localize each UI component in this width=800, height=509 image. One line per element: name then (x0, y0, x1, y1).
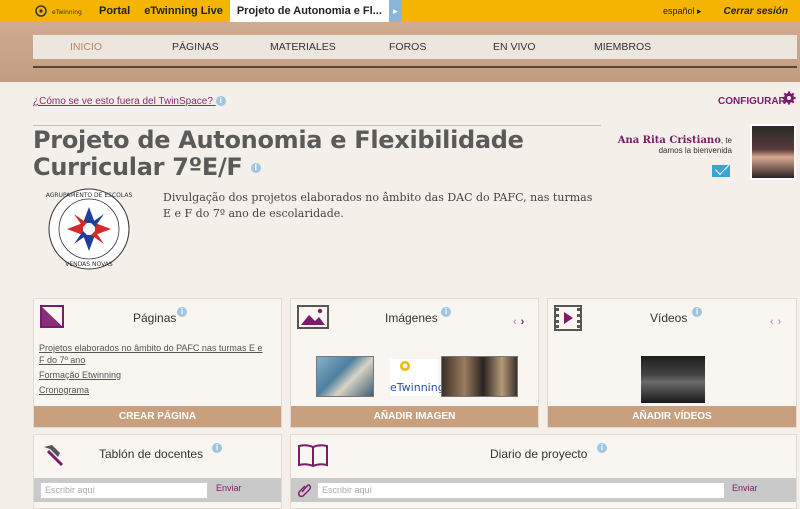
tab-etwinning-live[interactable]: eTwinning Live (137, 0, 230, 22)
nav-item-materiales[interactable]: MATERIALES (270, 41, 336, 53)
emblem-text-bottom: VENDAS NOVAS (65, 261, 113, 268)
nav-item-inicio[interactable]: INICIO (70, 41, 102, 53)
pages-panel-title: Páginas (133, 311, 177, 325)
nav-item-en-vivo[interactable]: EN VIVO (493, 41, 536, 53)
board-compose-bar: Escribir aquí Enviar (34, 478, 281, 502)
project-diary-panel: Diario de proyecto i Escribir aquí Envia… (290, 434, 797, 509)
videos-panel-title: Vídeos (650, 311, 688, 325)
image-icon (297, 305, 329, 329)
welcome-user-name[interactable]: Ana Rita Cristiano (618, 135, 721, 146)
chevron-right-icon[interactable]: › (778, 316, 782, 328)
info-icon[interactable]: i (215, 96, 226, 106)
nav-divider (33, 66, 797, 68)
etwinning-logo-text: eTwinning (390, 381, 445, 394)
tab-project[interactable]: Projeto de Autonomia e Fl... (229, 0, 389, 22)
chevron-right-icon[interactable]: › (521, 316, 525, 328)
videos-panel: Vídeos i ‹ › AÑADIR VÍDEOS (547, 298, 797, 428)
nav-item-paginas[interactable]: PÁGINAS (172, 41, 219, 53)
add-image-button[interactable]: AÑADIR IMAGEN (291, 406, 538, 427)
pin-icon (44, 445, 64, 467)
page-link[interactable]: Cronograma (39, 384, 269, 396)
diary-compose-bar: Escribir aquí Enviar (291, 478, 796, 502)
chevron-left-icon[interactable]: ‹ (513, 316, 517, 328)
video-thumbnail[interactable] (641, 356, 705, 403)
info-icon[interactable]: i (177, 307, 187, 317)
logo-text: eTwinning (52, 9, 82, 16)
welcome-suffix: , te (720, 136, 732, 145)
etwinning-logo-icon (400, 361, 410, 371)
page-link[interactable]: Formação Etwinning (39, 369, 269, 381)
image-thumbnail[interactable]: eTwinning (390, 359, 445, 396)
tab-portal[interactable]: Portal (92, 0, 137, 22)
diary-message-input[interactable]: Escribir aquí (317, 482, 725, 499)
images-panel-title: Imágenes (385, 311, 438, 325)
images-carousel-arrows: ‹ › (513, 316, 524, 328)
paperclip-icon[interactable] (298, 483, 312, 497)
nav-item-miembros[interactable]: MIEMBROS (594, 41, 651, 53)
image-thumbnail[interactable] (316, 356, 374, 397)
project-description: Divulgação dos projetos elaborados no âm… (163, 191, 593, 220)
main-nav: INICIO PÁGINAS MATERIALES FOROS EN VIVO … (33, 35, 797, 59)
page-icon (40, 305, 64, 328)
chevron-left-icon[interactable]: ‹ (770, 316, 774, 328)
info-icon[interactable]: i (597, 443, 607, 453)
etwinning-logo[interactable]: eTwinning (0, 0, 92, 22)
top-bar: eTwinning Portal eTwinning Live Projeto … (0, 0, 800, 22)
add-videos-button[interactable]: AÑADIR VÍDEOS (548, 406, 796, 427)
school-emblem: AGRUPAMENTO DE ESCOLAS VENDAS NOVAS (46, 188, 133, 270)
teachers-board-title: Tablón de docentes (99, 447, 204, 461)
welcome-line: damos la bienvenida (658, 146, 732, 155)
external-view-link[interactable]: ¿Cómo se ve esto fuera del TwinSpace? i (33, 96, 226, 107)
pages-list: Projetos elaborados no âmbito do PAFC na… (39, 342, 269, 396)
diary-send-button[interactable]: Enviar (732, 483, 758, 493)
page-link[interactable]: Projetos elaborados no âmbito do PAFC na… (39, 342, 269, 366)
nav-item-foros[interactable]: FOROS (389, 41, 426, 53)
project-diary-title: Diario de proyecto (490, 447, 588, 461)
language-selector[interactable]: español ▸ (663, 6, 702, 17)
page-title-text: Projeto de Autonomia e Flexibilidade Cur… (33, 126, 524, 181)
board-message-input[interactable]: Escribir aquí (40, 482, 208, 499)
video-icon (554, 305, 582, 331)
welcome-message: Ana Rita Cristiano, te damos la bienveni… (612, 135, 732, 155)
configure-link[interactable]: CONFIGURAR (718, 96, 786, 107)
emblem-text-top: AGRUPAMENTO DE ESCOLAS (46, 192, 133, 199)
mail-icon[interactable] (712, 165, 730, 177)
pages-panel: Páginas i Projetos elaborados no âmbito … (33, 298, 282, 428)
gear-icon[interactable] (782, 91, 796, 105)
info-icon[interactable]: i (212, 443, 222, 453)
image-thumbnail[interactable] (441, 356, 518, 397)
info-icon[interactable]: i (250, 163, 261, 173)
info-icon[interactable]: i (441, 307, 451, 317)
teachers-board-panel: Tablón de docentes i Escribir aquí Envia… (33, 434, 282, 509)
board-send-button[interactable]: Enviar (216, 483, 242, 493)
tab-expand-arrow-icon[interactable]: ▸ (388, 0, 402, 22)
etwinning-logo-icon (35, 5, 47, 17)
videos-carousel-arrows: ‹ › (770, 316, 781, 328)
logout-link[interactable]: Cerrar sesión (724, 6, 788, 17)
page-title: Projeto de Autonomia e Flexibilidade Cur… (33, 127, 593, 181)
book-icon (298, 444, 328, 467)
images-panel: Imágenes i ‹ › eTwinning AÑADIR IMAGEN (290, 298, 539, 428)
avatar[interactable] (750, 124, 796, 180)
external-view-link-label[interactable]: ¿Cómo se ve esto fuera del TwinSpace? (33, 96, 213, 107)
info-icon[interactable]: i (692, 307, 702, 317)
create-page-button[interactable]: CREAR PÁGINA (34, 406, 281, 427)
